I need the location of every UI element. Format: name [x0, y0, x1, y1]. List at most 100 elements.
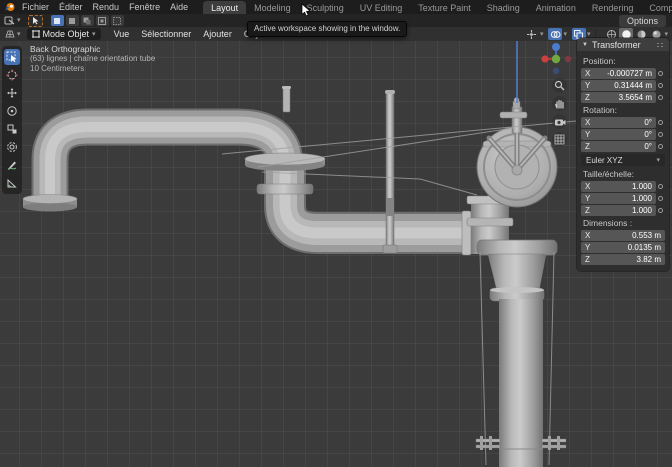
field-value: 0.553 m: [632, 231, 661, 240]
workspace-tab-compositing[interactable]: Compositing: [641, 1, 672, 14]
transform-tool[interactable]: [4, 139, 20, 155]
select-mode-subtract[interactable]: [81, 15, 94, 26]
scale-y-row: Y 1.000: [581, 193, 665, 204]
perspective-toggle-button[interactable]: [552, 132, 567, 147]
camera-view-button[interactable]: [552, 114, 567, 129]
select-box-tool-button[interactable]: [28, 15, 43, 27]
rotation-mode-dropdown[interactable]: Euler XYZ ▾: [581, 154, 665, 166]
chevron-down-icon[interactable]: ▾: [664, 31, 668, 38]
decorator-icon[interactable]: [656, 144, 665, 149]
workspace-tab-shading[interactable]: Shading: [479, 1, 528, 14]
position-x-field[interactable]: X-0.000727 m: [581, 68, 656, 79]
axis-label: X: [585, 118, 590, 127]
menu-ajouter[interactable]: Ajouter: [198, 29, 237, 39]
decorator-icon[interactable]: [656, 184, 665, 189]
workspace-tab-modeling[interactable]: Modeling: [246, 1, 299, 14]
bottom-flange-right: [542, 436, 566, 450]
menu-rendu[interactable]: Rendu: [88, 0, 125, 14]
zoom-view-button[interactable]: [552, 78, 567, 93]
scale-label: Taille/échelle:: [583, 169, 665, 179]
select-mode-set[interactable]: [51, 15, 64, 26]
annotate-tool[interactable]: [4, 157, 20, 173]
toolbar: [2, 46, 22, 194]
axis-label: Z: [585, 206, 590, 215]
menu-editer[interactable]: Éditer: [54, 0, 88, 14]
rotation-z-field[interactable]: Z0°: [581, 141, 656, 152]
dimensions-x-field[interactable]: X0.553 m: [581, 230, 665, 241]
decorator-icon[interactable]: [656, 208, 665, 213]
dimensions-x-row: X0.553 m: [581, 230, 665, 241]
menu-aide[interactable]: Aide: [165, 0, 193, 14]
chevron-down-icon[interactable]: ▾: [540, 31, 544, 38]
workspace-tab-animation[interactable]: Animation: [528, 1, 584, 14]
field-value: 1.000: [632, 194, 652, 203]
field-value: -0.000727 m: [607, 69, 652, 78]
interaction-mode-dropdown[interactable]: Mode Objet ▾: [27, 28, 101, 40]
scale-y-field[interactable]: Y 1.000: [581, 193, 656, 204]
rotation-x-field[interactable]: X0°: [581, 117, 656, 128]
panel-expand-icon[interactable]: ▼: [582, 42, 588, 48]
gizmo-z-neg-axis[interactable]: [553, 68, 559, 74]
menu-fichier[interactable]: Fichier: [17, 0, 54, 14]
move-tool[interactable]: [4, 85, 20, 101]
position-y-field[interactable]: Y0.31444 m: [581, 80, 656, 91]
decorator-icon[interactable]: [656, 120, 665, 125]
editor-type-selector[interactable]: ▾: [4, 29, 21, 40]
rotation-y-field[interactable]: Y0°: [581, 129, 656, 140]
dimensions-z-field[interactable]: Z3.82 m: [581, 254, 665, 265]
position-z-field[interactable]: Z3.5654 m: [581, 92, 656, 103]
workspace-tab-uv-editing[interactable]: UV Editing: [352, 1, 411, 14]
scale-tool[interactable]: [4, 121, 20, 137]
pan-view-button[interactable]: [552, 96, 567, 111]
decorator-icon[interactable]: [656, 132, 665, 137]
select-mode-intersect[interactable]: [111, 15, 124, 26]
dimensions-label: Dimensions :: [583, 218, 665, 228]
active-tool-dropdown[interactable]: ▾: [4, 15, 21, 26]
panel-drag-dots[interactable]: [656, 42, 664, 48]
viewport-3d-scene[interactable]: [0, 41, 672, 467]
chevron-down-icon[interactable]: ▾: [587, 31, 591, 38]
vertical-pipe: [476, 240, 566, 467]
gizmo-x-neg-axis[interactable]: [565, 56, 571, 62]
menu-selectionner[interactable]: Sélectionner: [136, 29, 196, 39]
scale-x-field[interactable]: X1.000: [581, 181, 656, 192]
gizmo-y-axis[interactable]: [552, 55, 560, 63]
select-mode-invert[interactable]: [96, 15, 109, 26]
chevron-down-icon: ▾: [656, 157, 660, 164]
transform-panel-body: Position: X-0.000727 m Y0.31444 m Z3.565…: [577, 51, 669, 271]
rotation-y-row: Y0°: [581, 129, 665, 140]
field-value: 0.0135 m: [628, 243, 661, 252]
chevron-down-icon[interactable]: ▾: [563, 31, 567, 38]
menu-vue[interactable]: Vue: [109, 29, 135, 39]
rotate-tool[interactable]: [4, 103, 20, 119]
decorator-icon[interactable]: [656, 95, 665, 100]
gizmo-z-axis[interactable]: [552, 43, 560, 51]
decorator-icon[interactable]: [656, 71, 665, 76]
scale-x-row: X1.000: [581, 181, 665, 192]
decorator-icon[interactable]: [656, 83, 665, 88]
blender-logo-icon[interactable]: [4, 1, 15, 13]
workspace-tab-layout[interactable]: Layout: [203, 1, 246, 14]
workspace-tab-texture-paint[interactable]: Texture Paint: [410, 1, 479, 14]
show-gizmo-button[interactable]: [525, 28, 539, 40]
scale-z-field[interactable]: Z1.000: [581, 205, 656, 216]
workspace-tab-rendering[interactable]: Rendering: [584, 1, 642, 14]
field-value: 1.000: [632, 182, 652, 191]
options-button[interactable]: Options: [619, 15, 666, 27]
cursor-tool[interactable]: [4, 67, 20, 83]
select-box-tool[interactable]: [4, 49, 20, 65]
scale-z-row: Z1.000: [581, 205, 665, 216]
show-overlays-button[interactable]: [548, 28, 562, 40]
navigation-gizmo[interactable]: [541, 42, 573, 76]
axis-label: Y: [585, 194, 590, 203]
viewport-editor-icon: [4, 29, 16, 40]
chevron-down-icon: ▾: [92, 31, 96, 38]
3d-viewport[interactable]: Back Orthographic (63) lignes | chaîne o…: [0, 41, 672, 467]
select-mode-extend[interactable]: [66, 15, 79, 26]
decorator-icon[interactable]: [656, 196, 665, 201]
gizmo-x-axis[interactable]: [541, 55, 548, 62]
dimensions-y-field[interactable]: Y0.0135 m: [581, 242, 665, 253]
transform-panel-header[interactable]: ▼ Transformer: [577, 38, 669, 51]
menu-fenetre[interactable]: Fenêtre: [124, 0, 165, 14]
measure-tool[interactable]: [4, 175, 20, 191]
